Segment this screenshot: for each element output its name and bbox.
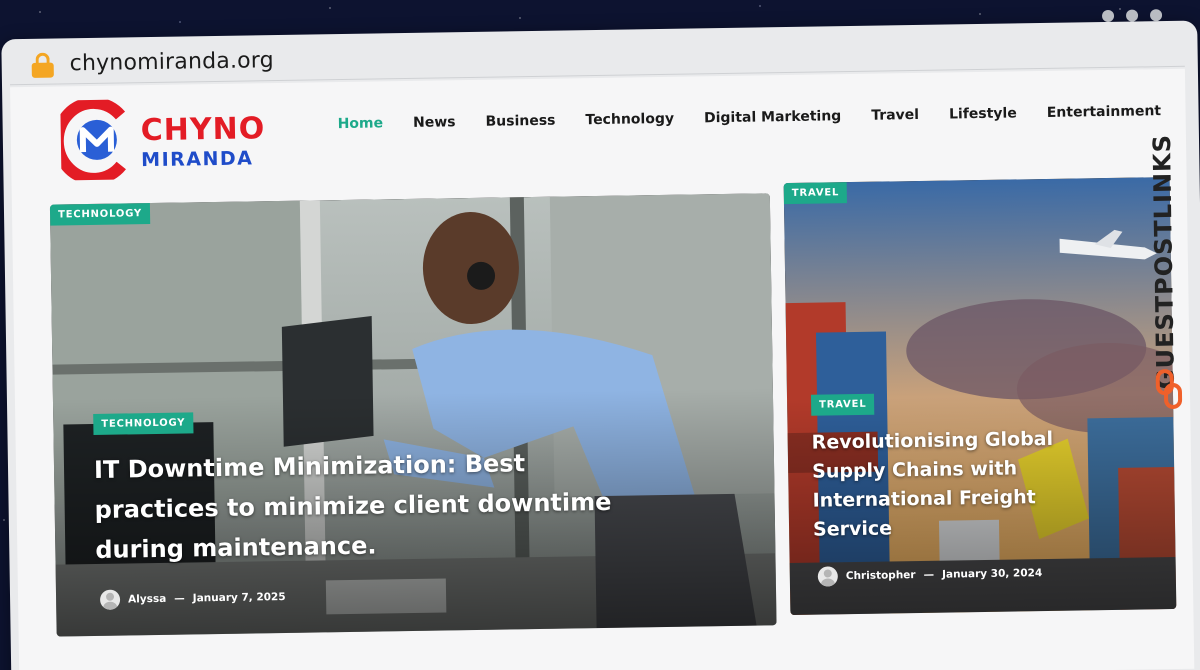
category-badge-corner[interactable]: TECHNOLOGY	[49, 203, 151, 226]
web-page: CHYNO MIRANDA Home News Business Technol…	[10, 68, 1195, 670]
category-badge-corner[interactable]: TRAVEL	[783, 182, 848, 205]
link-chain-icon	[1155, 369, 1183, 410]
post-date: January 30, 2024	[941, 567, 1043, 581]
window-controls	[1101, 9, 1163, 23]
category-badge[interactable]: TECHNOLOGY	[93, 412, 194, 435]
nav-item-entertainment[interactable]: Entertainment	[1032, 103, 1177, 121]
meta-separator: —	[923, 568, 935, 581]
nav-item-technology[interactable]: Technology	[570, 111, 689, 129]
nav-item-home[interactable]: Home	[323, 115, 399, 132]
nav-item-business[interactable]: Business	[470, 112, 570, 130]
post-meta: Christopher — January 30, 2024	[817, 563, 1043, 587]
nav-item-news[interactable]: News	[398, 114, 471, 131]
meta-separator: —	[174, 592, 185, 605]
guestpostlinks-watermark: GUESTPOSTLINKS	[1148, 129, 1187, 429]
main-navigation: Home News Business Technology Digital Ma…	[323, 101, 1195, 132]
logo-text-chyno: CHYNO	[140, 111, 266, 149]
author-name[interactable]: Alyssa	[128, 593, 166, 606]
featured-headline-side[interactable]: Revolutionising Global Supply Chains wit…	[811, 425, 1073, 545]
nav-item-digital-marketing[interactable]: Digital Marketing	[689, 108, 856, 127]
window-dot-icon[interactable]	[1125, 9, 1139, 22]
nav-item-lifestyle[interactable]: Lifestyle	[934, 105, 1032, 123]
featured-post-side[interactable]: TRAVEL TRAVEL Revolutionising Global Sup…	[783, 177, 1177, 616]
lock-icon	[31, 52, 54, 78]
featured-post-main[interactable]: TECHNOLOGY TECHNOLOGY IT Downtime Minimi…	[49, 193, 777, 637]
logo-text-miranda: MIRANDA	[141, 147, 254, 172]
logo-mark-icon	[60, 99, 126, 181]
window-dot-icon[interactable]	[1101, 9, 1115, 23]
author-name[interactable]: Christopher	[846, 569, 916, 582]
featured-headline-main[interactable]: IT Downtime Minimization: Best practices…	[94, 441, 656, 570]
site-logo[interactable]: CHYNO MIRANDA	[60, 97, 265, 184]
post-meta: Alyssa — January 7, 2025	[99, 587, 286, 610]
author-avatar	[817, 566, 838, 587]
url-text[interactable]: chynomiranda.org	[69, 48, 274, 76]
author-avatar	[99, 589, 121, 610]
post-date: January 7, 2025	[192, 590, 286, 605]
window-dot-icon[interactable]	[1149, 9, 1163, 22]
nav-item-travel[interactable]: Travel	[856, 107, 934, 124]
category-badge[interactable]: TRAVEL	[810, 393, 875, 416]
browser-window: chynomiranda.org CHYNO MIRANDA Home News…	[0, 0, 1200, 670]
